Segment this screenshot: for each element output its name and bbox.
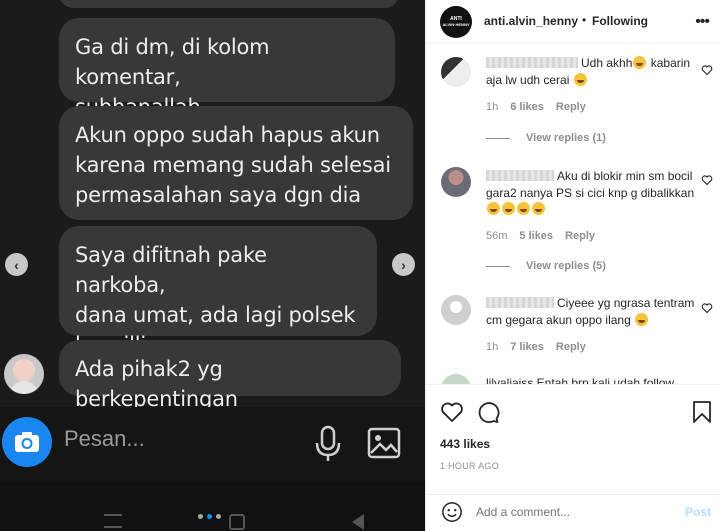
laughing-emoji-icon [635,312,649,326]
message-input: Pesan... [64,426,145,451]
reply-button[interactable]: Reply [565,230,595,242]
carousel-next-button[interactable]: › [392,253,415,276]
divider-line [486,265,510,267]
redacted-username [486,170,554,181]
comment-time: 56m [486,230,508,242]
microphone-icon [315,425,341,461]
laughing-emoji-icon [502,202,515,215]
bookmark-icon[interactable] [690,400,714,424]
post-timestamp: 1 HOUR AGO [440,461,500,471]
redacted-username [486,297,554,308]
camera-button [2,417,52,467]
recent-apps-icon [104,514,122,528]
message-bubble [59,0,399,8]
more-options-icon[interactable]: ••• [695,13,710,31]
account-avatar[interactable]: ANTI ALVIN·HENNY [440,6,472,38]
post-media: Ga di dm, di kolom komentar, subhanallah… [0,0,425,531]
message-bubble: Ada pihak2 yg berkepentingan [59,340,401,411]
comments-list: Udh akhh kabarin aja lw udh cerai 1h 6 l… [426,44,720,384]
message-bubble: Akun oppo sudah hapus akun karena memang… [59,106,413,220]
heart-icon[interactable] [701,64,713,76]
view-replies-button[interactable]: View replies (1) [486,132,606,144]
comment-bubble-icon[interactable] [476,400,500,424]
like-heart-icon[interactable] [440,400,464,424]
post-actions: 443 likes 1 HOUR AGO [426,384,720,494]
sender-avatar [4,354,44,394]
reply-button[interactable]: Reply [556,341,586,353]
comment-input[interactable] [476,505,666,519]
carousel-dot [216,514,221,519]
comment-likes[interactable]: 7 likes [510,341,544,353]
view-replies-button[interactable]: View replies (5) [486,260,606,272]
laughing-emoji-icon [517,202,530,215]
following-button[interactable]: Following [592,14,648,28]
message-bubble: Ga di dm, di kolom komentar, subhanallah [59,18,395,119]
comment-text: Udh akhh kabarin aja lw udh cerai [486,56,691,87]
separator-dot: • [582,13,587,27]
account-username[interactable]: anti.alvin_henny [484,14,578,28]
carousel-dot-active [207,514,212,519]
heart-icon[interactable] [701,302,713,314]
commenter-avatar[interactable] [441,57,471,87]
carousel-prev-button[interactable]: ‹ [5,253,28,276]
comment-likes[interactable]: 5 likes [519,230,553,242]
commenter-avatar[interactable] [441,374,471,384]
back-icon [352,514,364,530]
commenter-avatar[interactable] [441,295,471,325]
carousel-indicator [198,514,221,519]
post-sidebar: ANTI ALVIN·HENNY anti.alvin_henny • Foll… [425,0,720,531]
likes-count[interactable]: 443 likes [440,437,490,451]
sad-emoji-icon [487,202,500,215]
home-icon [229,514,245,530]
redacted-username [486,57,578,68]
comment-text: Aku di blokir min sm bocil gara2 nanya P… [486,168,696,218]
laughing-emoji-icon [532,202,545,215]
comment-time: 1h [486,101,499,113]
reply-button[interactable]: Reply [556,101,586,113]
gallery-icon [367,427,401,459]
comment-meta: 1h 6 likes Reply [486,101,586,113]
laughing-emoji-icon [633,56,647,69]
post-comment-button[interactable]: Post [685,505,711,519]
heart-icon[interactable] [701,174,713,186]
camera-icon [15,432,39,452]
comment-likes[interactable]: 6 likes [510,101,544,113]
emoji-smiley-icon[interactable] [441,501,463,523]
comment-meta: 56m 5 likes Reply [486,230,595,242]
commenter-avatar[interactable] [441,167,471,197]
carousel-dot [198,514,203,519]
message-bubble: Saya difitnah pake narkoba, dana umat, a… [59,226,377,357]
comment-text: lilyaliaiss Entah brp kali udah follow [486,376,675,384]
comment-time: 1h [486,341,499,353]
smile-emoji-icon [573,72,587,86]
add-comment-bar: Post [426,494,720,531]
divider-line [486,137,510,139]
post-header: ANTI ALVIN·HENNY anti.alvin_henny • Foll… [426,0,720,44]
comment-meta: 1h 7 likes Reply [486,341,586,353]
comment-text: Ciyeee yg ngrasa tentram cm gegara akun … [486,296,695,327]
